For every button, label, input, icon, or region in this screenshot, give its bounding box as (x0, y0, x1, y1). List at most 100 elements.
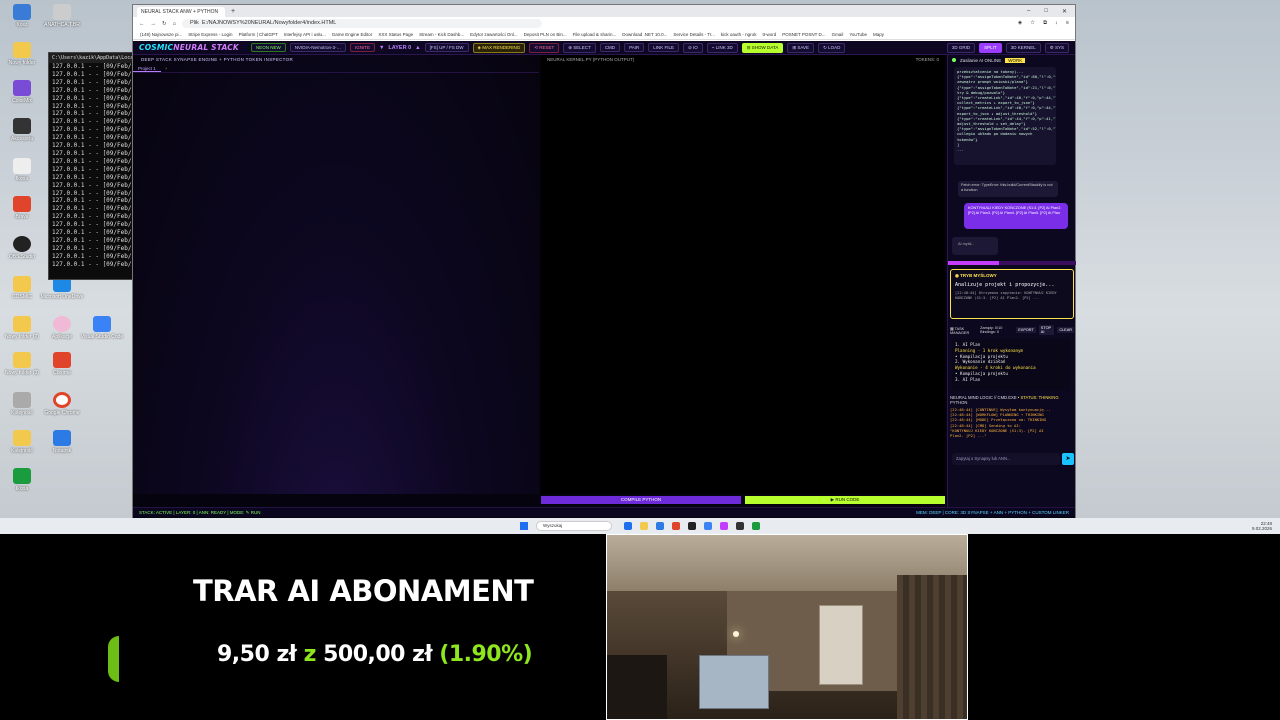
download-icon[interactable]: ↓ (1055, 20, 1058, 27)
desktop-icon[interactable]: Ikona (0, 468, 44, 492)
back-icon[interactable]: ← (139, 21, 145, 27)
bookmark-item[interactable]: YouTube (846, 32, 870, 37)
vscode-icon[interactable] (704, 522, 712, 530)
bookmark-item[interactable]: Stream - Kick Dashb... (416, 32, 467, 37)
excel-icon[interactable] (752, 522, 760, 530)
sys-button[interactable]: ⚙ SYS (1044, 42, 1069, 53)
new-tab-icon[interactable]: + (231, 8, 235, 15)
bookmark-item[interactable]: tt-word (759, 32, 779, 37)
task-plan-list[interactable]: 1. AI Plan Planning · 1 krok wykonanym • K… (952, 339, 1070, 391)
desktop-icon[interactable]: OBS Studio (0, 236, 44, 260)
chrome-icon[interactable] (672, 522, 680, 530)
cmd-button[interactable]: CMD (599, 43, 621, 52)
load-button[interactable]: ↻ LOAD (818, 42, 846, 53)
desktop-icon[interactable]: Kosz (0, 4, 44, 28)
add-project-icon[interactable]: + (161, 65, 172, 72)
bookmark-item[interactable]: File upload & sharin... (570, 32, 620, 37)
start-icon[interactable] (520, 522, 528, 530)
save-button[interactable]: ⊞ SAVE (787, 42, 815, 53)
close-icon[interactable]: ✕ (1062, 8, 1067, 15)
bookmark-item[interactable]: Game Engine Editor (329, 32, 376, 37)
bookmark-star-icon[interactable]: ☆ (1030, 20, 1035, 27)
forward-icon[interactable]: → (151, 21, 157, 27)
fs-toggle[interactable]: [FS] UP / FS DW (424, 43, 469, 52)
terminal-icon[interactable] (736, 522, 744, 530)
bookmark-item[interactable]: Service Details - Tr... (670, 32, 718, 37)
desktop-icon[interactable]: Kolejność (0, 392, 44, 416)
system-tray[interactable]: 22:48 9.02.2026 (1252, 521, 1272, 531)
max-rendering-button[interactable]: ◈ MAX RENDERING (472, 42, 526, 53)
status-left: STACK: ACTIVE | LAYER: 0 | ANN: READY | … (139, 509, 261, 515)
desktop-icon[interactable]: Ikona (0, 158, 44, 182)
python-output-pane[interactable]: NEURAL KERNEL.PY (PYTHON OUTPUT) TOKENS:… (541, 55, 945, 494)
url-field[interactable]: Plik E:/NAJNOWSY%20NEURAL/Nowyfolder4/in… (181, 19, 542, 28)
desktop-icon[interactable]: Google Chrome (40, 392, 84, 416)
desktop-icon[interactable]: Aplikacje (40, 316, 84, 340)
bookmark-item[interactable]: Stripe Express - Login (185, 32, 235, 37)
view-3d-kernel[interactable]: 3D KERNEL (1005, 42, 1041, 53)
layer-up-button[interactable]: ▲ (415, 45, 420, 51)
project-tab[interactable]: Project 1 (133, 65, 161, 72)
desktop-icon[interactable]: Nowy folder (0, 42, 44, 66)
pair-button[interactable]: PAIR (624, 43, 645, 52)
desktop-icon[interactable]: Nowy folder (3) (0, 352, 44, 376)
bookmark-item[interactable]: Mapy (870, 32, 887, 37)
bookmark-item[interactable]: XXX Status Page (375, 32, 416, 37)
view-split[interactable]: SPLIT (979, 42, 1002, 53)
maximize-icon[interactable]: □ (1044, 8, 1048, 15)
terminal-window[interactable]: C:\Users\kazik\AppData\Local 127.0.0.1 -… (48, 52, 134, 280)
desktop-icon[interactable]: Kolejność (0, 430, 44, 454)
compile-python-button[interactable]: COMPILE PYTHON (541, 496, 741, 504)
taskbar-search[interactable]: Wyszukaj (536, 521, 612, 531)
reset-button[interactable]: ⟲ RESET (529, 42, 560, 53)
stop-ai-button[interactable]: STOP AI (1038, 325, 1055, 335)
select-button[interactable]: ⊕ SELECT (563, 42, 596, 53)
task-view-icon[interactable] (624, 522, 632, 530)
edge-icon[interactable] (656, 522, 664, 530)
ai-prompt-input[interactable]: Zapytaj o Synapsy lub ANN... (952, 453, 1060, 465)
minimize-icon[interactable]: – (1027, 8, 1030, 15)
desktop-icon[interactable]: ANATHCA.T.BR (40, 4, 84, 28)
bookmark-item[interactable]: Gmail (829, 32, 847, 37)
link-3d-button[interactable]: ⌁ LINK 3D (706, 42, 738, 53)
bookmark-item[interactable]: Edytor zawartości Onl... (467, 32, 521, 37)
bookmark-item[interactable]: Platform | ChatGPT (236, 32, 281, 37)
ignite-button[interactable]: IGNITE (349, 43, 375, 52)
bookmark-item[interactable]: Deposit PLN on Bin... (521, 32, 570, 37)
neon-chip[interactable]: NEON NEW (250, 43, 286, 52)
bookmark-item[interactable]: POSNET POSNT D... (779, 32, 828, 37)
run-code-button[interactable]: ▶ RUN CODE (745, 496, 945, 504)
export-button[interactable]: EXPORT (1016, 327, 1036, 333)
explorer-icon[interactable] (640, 522, 648, 530)
bookmark-item[interactable]: kick oauth - ngrok (718, 32, 760, 37)
desktop-icon[interactable]: Brave (0, 196, 44, 220)
show-data-button[interactable]: ⊟ SHOW DATA (741, 42, 784, 53)
clear-button[interactable]: CLEAR (1057, 327, 1074, 333)
extensions-icon[interactable]: ⧉ (1043, 20, 1047, 27)
ai-message: przekształcenie na tokeny)... {"type":"as… (954, 67, 1056, 165)
bookmark-item[interactable]: (149) Najnowsze pi... (137, 32, 185, 37)
link-file-button[interactable]: LINK FILE (648, 43, 679, 52)
desktop-icon[interactable]: Visual Studio Code (80, 316, 124, 340)
desktop-icon[interactable]: COSMIC (0, 276, 44, 300)
synapse-engine-pane[interactable]: DEEP STACK SYNAPSE ENGINE + PYTHON TOKEN… (133, 55, 539, 494)
desktop-icon[interactable]: Chrome (40, 352, 84, 376)
model-select[interactable]: NVIDIA-Nemotron-3-… (289, 43, 346, 52)
desktop-icon[interactable]: Notatnik (40, 430, 84, 454)
obs-icon[interactable] (688, 522, 696, 530)
bookmark-item[interactable]: Interfejsy API i usłu... (281, 32, 329, 37)
view-3d-grid[interactable]: 3D GRID (946, 42, 976, 53)
bookmark-item[interactable]: Download .NET 10.0... (619, 32, 670, 37)
desktop-icon[interactable]: ColorMix (0, 80, 44, 104)
menu-icon[interactable]: ≡ (1066, 20, 1069, 27)
browser-tab[interactable]: NEURAL STACK ANW + PYTHON (137, 7, 225, 17)
app-icon[interactable] (720, 522, 728, 530)
send-button[interactable]: ➤ (1062, 453, 1074, 465)
layer-down-button[interactable]: ▼ (379, 45, 384, 51)
io-button[interactable]: ⊘ IO (683, 42, 703, 53)
home-icon[interactable]: ⌂ (173, 21, 176, 27)
shield-icon[interactable]: ◈ (1018, 20, 1022, 27)
desktop-icon[interactable]: Akcesoria (0, 118, 44, 142)
desktop-icon[interactable]: Nowy folder (2) (0, 316, 44, 340)
reload-icon[interactable]: ↻ (162, 21, 167, 27)
